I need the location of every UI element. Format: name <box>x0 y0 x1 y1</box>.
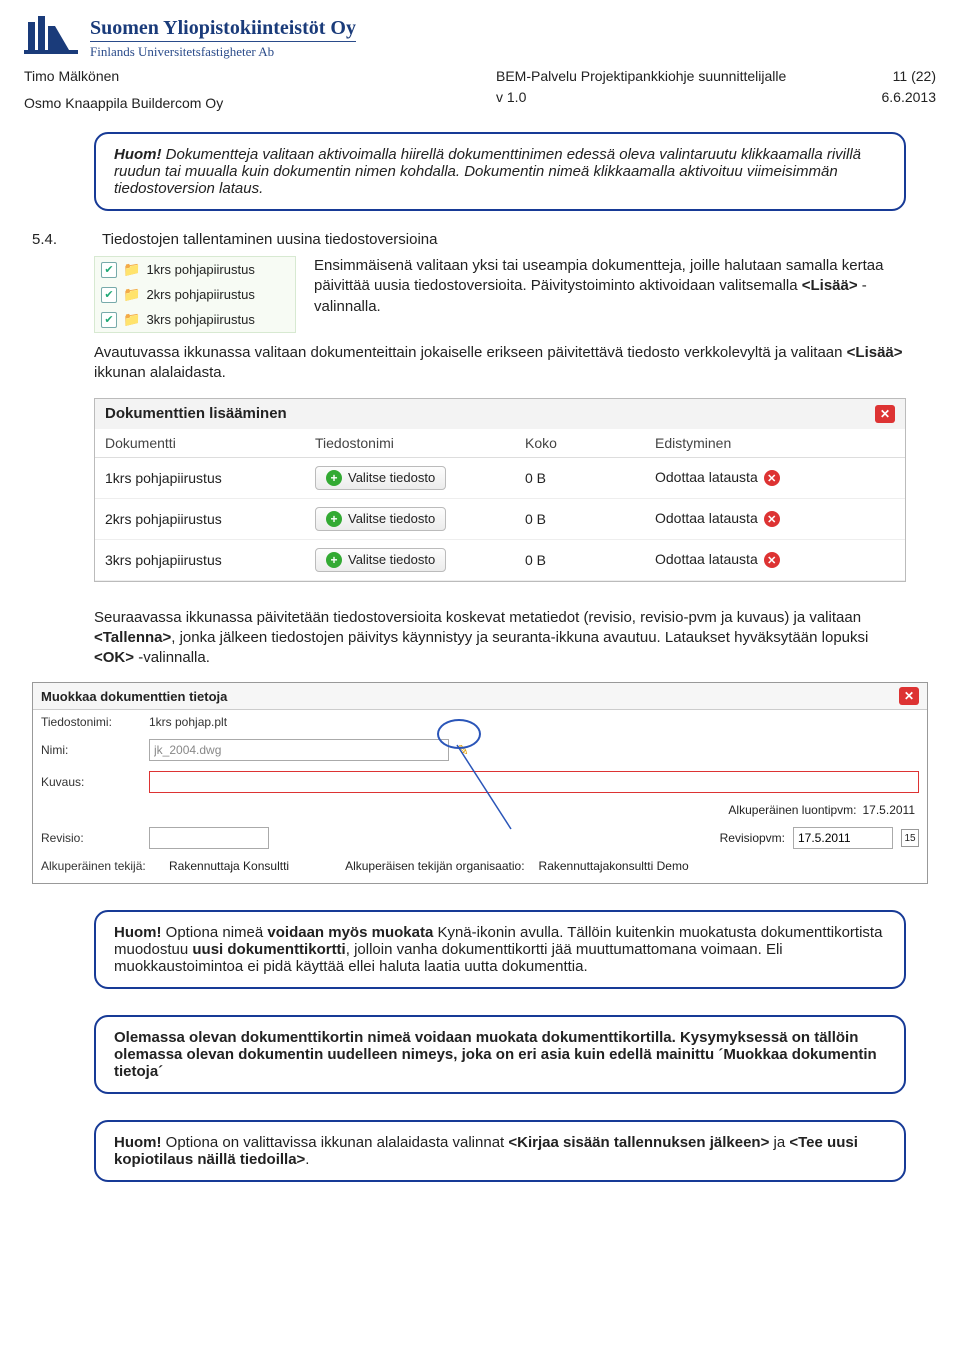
row-name: 2krs pohjapiirustus <box>105 511 315 527</box>
choose-file-button[interactable]: +Valitse tiedosto <box>315 507 446 531</box>
section-number: 5.4. <box>32 231 82 248</box>
label-alkup-org: Alkuperäisen tekijän organisaatio: <box>345 859 524 873</box>
paragraph-1: Ensimmäisenä valitaan yksi tai useampia … <box>314 256 906 317</box>
label-kuvaus: Kuvaus: <box>41 775 141 789</box>
dialog1-title: Dokumenttien lisääminen <box>105 405 287 422</box>
checklist-label[interactable]: 1krs pohjapiirustus <box>146 262 254 277</box>
checkbox-icon[interactable]: ✔ <box>101 262 117 278</box>
label-alkup-luonti: Alkuperäinen luontipvm: <box>728 803 856 817</box>
delete-icon[interactable]: ✕ <box>764 470 780 486</box>
label-nimi: Nimi: <box>41 743 141 757</box>
checklist-row[interactable]: ✔ 📁 1krs pohjapiirustus <box>95 257 295 282</box>
note-box-3: Olemassa olevan dokumenttikortin nimeä v… <box>94 1015 906 1094</box>
org-name-sv: Finlands Universitetsfastigheter Ab <box>90 41 356 60</box>
row-size: 0 B <box>525 470 655 486</box>
doc-header: Timo Mälkönen Osmo Knaappila Buildercom … <box>24 66 936 114</box>
calendar-icon[interactable]: 15 <box>901 829 919 847</box>
nimi-input[interactable] <box>149 739 449 761</box>
row-size: 0 B <box>525 552 655 568</box>
value-alkup-org: Rakennuttajakonsultti Demo <box>539 859 689 873</box>
header-logo: Suomen Yliopistokiinteistöt Oy Finlands … <box>24 16 936 60</box>
plus-icon: + <box>326 470 342 486</box>
checklist-label[interactable]: 2krs pohjapiirustus <box>146 287 254 302</box>
doc-date: 6.6.2013 <box>866 87 936 108</box>
paragraph-3: Seuraavassa ikkunassa päivitetään tiedos… <box>94 608 906 669</box>
checkbox-icon[interactable]: ✔ <box>101 287 117 303</box>
col-koko: Koko <box>525 435 655 451</box>
section-title: Tiedostojen tallentaminen uusina tiedost… <box>102 231 438 248</box>
choose-file-button[interactable]: +Valitse tiedosto <box>315 548 446 572</box>
dialog1-row: 3krs pohjapiirustus +Valitse tiedosto 0 … <box>95 540 905 581</box>
dialog2-title: Muokkaa dokumenttien tietoja <box>41 689 227 704</box>
value-alkup-luonti: 17.5.2011 <box>863 803 916 817</box>
folder-icon: 📁 <box>123 311 140 328</box>
company-logo-icon <box>24 16 78 60</box>
doc-title: BEM-Palvelu Projektipankkiohje suunnitte… <box>496 66 836 87</box>
folder-icon: 📁 <box>123 261 140 278</box>
edit-documents-dialog: Muokkaa dokumenttien tietoja ✕ Tiedoston… <box>32 682 928 884</box>
checklist-row[interactable]: ✔ 📁 3krs pohjapiirustus <box>95 307 295 332</box>
col-dokumentti: Dokumentti <box>105 435 315 451</box>
section-heading: 5.4. Tiedostojen tallentaminen uusina ti… <box>32 231 936 248</box>
note1-prefix: Huom! <box>114 146 162 163</box>
label-revisio: Revisio: <box>41 831 141 845</box>
label-tiedostonimi: Tiedostonimi: <box>41 715 141 729</box>
checkbox-icon[interactable]: ✔ <box>101 312 117 328</box>
checklist-panel: ✔ 📁 1krs pohjapiirustus ✔ 📁 2krs pohjapi… <box>94 256 296 333</box>
folder-icon: 📁 <box>123 286 140 303</box>
choose-file-button[interactable]: +Valitse tiedosto <box>315 466 446 490</box>
note1-text: Dokumentteja valitaan aktivoimalla hiire… <box>114 146 861 197</box>
col-tiedostonimi: Tiedostonimi <box>315 435 525 451</box>
checklist-row[interactable]: ✔ 📁 2krs pohjapiirustus <box>95 282 295 307</box>
checklist-label[interactable]: 3krs pohjapiirustus <box>146 312 254 327</box>
doc-version: v 1.0 <box>496 87 836 108</box>
col-edistyminen: Edistyminen <box>655 435 895 451</box>
row-status: Odottaa latausta <box>655 469 758 485</box>
label-revisiopvm: Revisiopvm: <box>720 831 785 845</box>
note-box-4: Huom! Optiona on valittavissa ikkunan al… <box>94 1120 906 1182</box>
row-status: Odottaa latausta <box>655 510 758 526</box>
label-alkup-tekija: Alkuperäinen tekijä: <box>41 859 161 873</box>
add-documents-dialog: Dokumenttien lisääminen ✕ Dokumentti Tie… <box>94 398 906 582</box>
delete-icon[interactable]: ✕ <box>764 552 780 568</box>
plus-icon: + <box>326 511 342 527</box>
revisiopvm-input[interactable] <box>793 827 893 849</box>
dialog1-row: 1krs pohjapiirustus +Valitse tiedosto 0 … <box>95 458 905 499</box>
delete-icon[interactable]: ✕ <box>764 511 780 527</box>
row-name: 3krs pohjapiirustus <box>105 552 315 568</box>
dialog1-header-row: Dokumentti Tiedostonimi Koko Edistyminen <box>95 429 905 458</box>
row-name: 1krs pohjapiirustus <box>105 470 315 486</box>
row-status: Odottaa latausta <box>655 551 758 567</box>
row-size: 0 B <box>525 511 655 527</box>
author-2: Osmo Knaappila Buildercom Oy <box>24 93 223 114</box>
close-icon[interactable]: ✕ <box>899 687 919 705</box>
revisio-input[interactable] <box>149 827 269 849</box>
dialog1-row: 2krs pohjapiirustus +Valitse tiedosto 0 … <box>95 499 905 540</box>
author-1: Timo Mälkönen <box>24 66 223 87</box>
note-box-1: Huom! Dokumentteja valitaan aktivoimalla… <box>94 132 906 211</box>
value-tiedostonimi: 1krs pohjap.plt <box>149 715 227 729</box>
page-num: 11 (22) <box>866 66 936 87</box>
note-box-2: Huom! Optiona nimeä voidaan myös muokata… <box>94 910 906 989</box>
paragraph-2: Avautuvassa ikkunassa valitaan dokumente… <box>94 343 906 384</box>
org-name-fi: Suomen Yliopistokiinteistöt Oy <box>90 17 356 39</box>
annotation-arrow-icon <box>451 741 551 841</box>
close-icon[interactable]: ✕ <box>875 405 895 423</box>
value-alkup-tekija: Rakennuttaja Konsultti <box>169 859 289 873</box>
plus-icon: + <box>326 552 342 568</box>
